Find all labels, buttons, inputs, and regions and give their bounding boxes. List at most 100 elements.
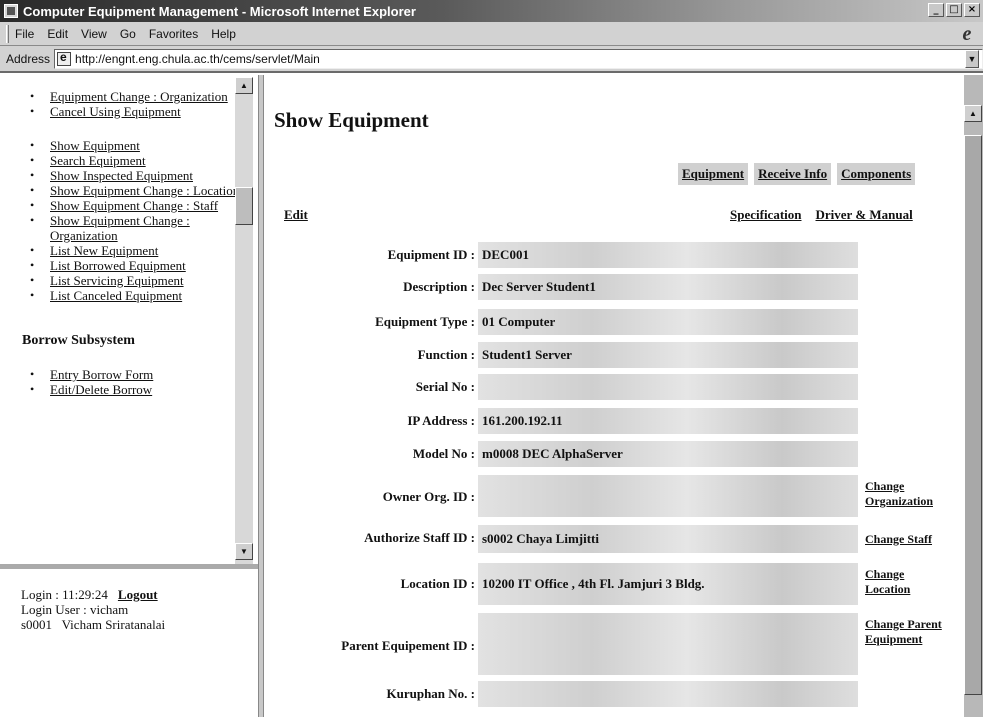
- nav-link[interactable]: List Canceled Equipment: [50, 288, 182, 303]
- specification-link[interactable]: Specification: [730, 207, 802, 223]
- field-label: Description :: [403, 279, 475, 294]
- change-organization-link[interactable]: Change Organization: [865, 479, 933, 508]
- nav-link[interactable]: Show Equipment Change : Location: [50, 183, 239, 198]
- login-time: Login : 11:29:24: [21, 587, 108, 602]
- menu-edit[interactable]: Edit: [47, 27, 68, 41]
- nav-link-edit-borrow[interactable]: Edit/Delete Borrow: [50, 382, 152, 397]
- window-controls: _ □ ×: [928, 3, 980, 17]
- page-title: Show Equipment: [274, 108, 429, 132]
- driver-manual-link[interactable]: Driver & Manual: [816, 207, 913, 223]
- field-label: Equipment Type :: [375, 314, 475, 329]
- content-scrollbar[interactable]: ▲: [964, 75, 983, 717]
- nav-item[interactable]: List Servicing Equipment: [30, 273, 258, 288]
- maximize-button[interactable]: □: [946, 3, 962, 17]
- menu-go[interactable]: Go: [120, 27, 136, 41]
- tab-receive-info[interactable]: Receive Info: [754, 163, 832, 185]
- scroll-down-arrow-icon[interactable]: ▼: [235, 543, 253, 560]
- field-value: [478, 681, 858, 707]
- tab-equipment[interactable]: Equipment: [678, 163, 749, 185]
- change-location-link[interactable]: Change Location: [865, 567, 910, 596]
- login-time-row: Login : 11:29:24 Logout: [21, 587, 258, 602]
- nav-link[interactable]: List Servicing Equipment: [50, 273, 184, 288]
- close-button[interactable]: ×: [964, 3, 980, 17]
- scroll-thumb[interactable]: [235, 187, 253, 225]
- nav-link-entry-borrow[interactable]: Entry Borrow Form: [50, 367, 153, 382]
- nav-link[interactable]: Show Inspected Equipment: [50, 168, 193, 183]
- nav-list-borrow: Entry Borrow Form Edit/Delete Borrow: [0, 349, 258, 397]
- nav-item[interactable]: Search Equipment: [30, 153, 258, 168]
- login-user-name: s0001 Vicham Sriratanalai: [21, 617, 166, 632]
- field-label: Serial No :: [415, 379, 475, 394]
- menu-bar: File Edit View Go Favorites Help e: [0, 22, 983, 46]
- address-url: http://engnt.eng.chula.ac.th/cems/servle…: [75, 51, 320, 66]
- scroll-up-arrow-icon[interactable]: ▲: [964, 105, 982, 122]
- content-frame: Show Equipment Equipment Receive Info Co…: [264, 75, 964, 717]
- menu-favorites[interactable]: Favorites: [149, 27, 198, 41]
- nav-item[interactable]: Show Inspected Equipment: [30, 168, 258, 183]
- field-value: DEC001: [478, 242, 858, 268]
- toolbar-grip: [6, 24, 9, 43]
- change-location-action: Change Location: [865, 567, 935, 597]
- change-parent-equipment-action: Change Parent Equipment: [865, 617, 945, 647]
- field-value: s0002 Chaya Limjitti: [478, 525, 858, 553]
- menu-help[interactable]: Help: [211, 27, 236, 41]
- nav-link-search-equipment[interactable]: Search Equipment: [50, 153, 146, 168]
- nav-item[interactable]: Entry Borrow Form: [30, 367, 258, 382]
- ie-logo-icon: e: [962, 23, 972, 45]
- field-value: [478, 475, 858, 517]
- tab-components[interactable]: Components: [837, 163, 916, 185]
- scroll-thumb[interactable]: [964, 135, 982, 695]
- logout-link[interactable]: Logout: [118, 587, 158, 602]
- nav-link[interactable]: Cancel Using Equipment: [50, 104, 181, 119]
- nav-item[interactable]: Cancel Using Equipment: [30, 104, 258, 119]
- field-label: Equipment ID :: [387, 247, 475, 262]
- address-bar: Address http://engnt.eng.chula.ac.th/cem…: [0, 46, 983, 73]
- menu-view[interactable]: View: [81, 27, 107, 41]
- nav-item[interactable]: Show Equipment Change : Staff: [30, 198, 258, 213]
- field-value: 161.200.192.11: [478, 408, 858, 434]
- nav-link[interactable]: Equipment Change : Organization: [50, 89, 228, 104]
- field-label: Authorize Staff ID :: [364, 530, 475, 545]
- app-icon: [4, 4, 18, 18]
- field-label: Model No :: [412, 446, 475, 461]
- nav-item[interactable]: Edit/Delete Borrow: [30, 382, 258, 397]
- field-value: Dec Server Student1: [478, 274, 858, 300]
- change-staff-link[interactable]: Change Staff: [865, 532, 932, 546]
- address-input[interactable]: http://engnt.eng.chula.ac.th/cems/servle…: [54, 48, 983, 69]
- nav-scrollbar[interactable]: ▲ ▼: [235, 77, 253, 564]
- nav-item[interactable]: Show Equipment Change : Organization: [30, 213, 258, 243]
- menu-file[interactable]: File: [15, 27, 34, 41]
- window-title: Computer Equipment Management - Microsof…: [23, 3, 416, 19]
- edit-link[interactable]: Edit: [284, 207, 308, 223]
- nav-item[interactable]: Show Equipment: [30, 138, 258, 153]
- login-user: Login User : vicham: [21, 602, 129, 617]
- field-label: Owner Org. ID :: [382, 489, 475, 504]
- scroll-up-arrow-icon[interactable]: ▲: [235, 77, 253, 94]
- address-dropdown-icon[interactable]: ▼: [965, 50, 979, 68]
- minimize-button[interactable]: _: [928, 3, 944, 17]
- field-value: 01 Computer: [478, 309, 858, 335]
- nav-item[interactable]: Show Equipment Change : Location: [30, 183, 258, 198]
- field-label: Location ID :: [400, 576, 475, 591]
- field-value: [478, 374, 858, 400]
- nav-item[interactable]: List New Equipment: [30, 243, 258, 258]
- spec-links: Specification Driver & Manual: [730, 207, 913, 223]
- login-frame: Login : 11:29:24 Logout Login User : vich…: [0, 569, 258, 717]
- nav-list-show: Show Equipment Search Equipment Show Ins…: [0, 138, 258, 303]
- nav-list-top: Equipment Change : Organization Cancel U…: [0, 75, 258, 119]
- nav-link[interactable]: Show Equipment Change : Organization: [50, 213, 190, 243]
- nav-link[interactable]: List New Equipment: [50, 243, 158, 258]
- nav-item[interactable]: Equipment Change : Organization: [30, 89, 258, 104]
- change-parent-equipment-link[interactable]: Change Parent Equipment: [865, 617, 942, 646]
- address-label: Address: [6, 51, 51, 66]
- nav-link-show-equipment[interactable]: Show Equipment: [50, 138, 140, 153]
- field-label: Kuruphan No. :: [386, 686, 476, 701]
- nav-link[interactable]: Show Equipment Change : Staff: [50, 198, 218, 213]
- field-label: Parent Equipement ID :: [341, 638, 475, 653]
- nav-item[interactable]: List Canceled Equipment: [30, 288, 258, 303]
- nav-link[interactable]: List Borrowed Equipment: [50, 258, 186, 273]
- field-value: Student1 Server: [478, 342, 858, 368]
- borrow-subsystem-heading: Borrow Subsystem: [22, 333, 135, 348]
- nav-item[interactable]: List Borrowed Equipment: [30, 258, 258, 273]
- field-label: Function :: [417, 347, 475, 362]
